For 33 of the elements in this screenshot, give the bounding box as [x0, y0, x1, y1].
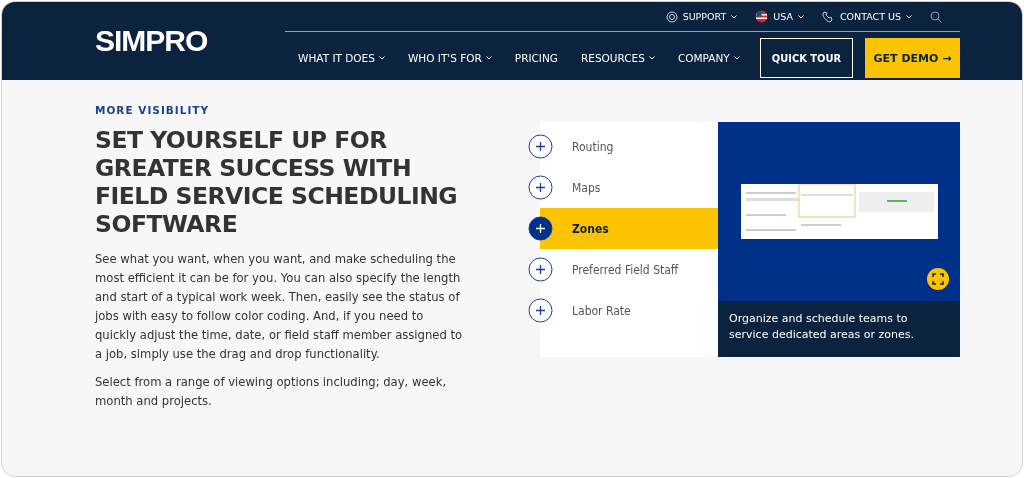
nav-link[interactable]: WHAT IT DOES: [298, 52, 385, 64]
feature-tab[interactable]: Zones: [528, 208, 718, 249]
caret-icon: [906, 14, 912, 19]
feature-tab[interactable]: Labor Rate: [528, 290, 718, 331]
flag-icon: [755, 10, 769, 23]
logo[interactable]: SIMPRO: [95, 24, 285, 80]
caret-icon: [485, 56, 492, 60]
utility-link[interactable]: SUPPORT: [665, 10, 738, 23]
nav-link[interactable]: COMPANY: [677, 52, 740, 64]
nav-link[interactable]: WHO IT'S FOR: [407, 52, 492, 64]
caret-icon: [648, 56, 655, 60]
caret-icon: [797, 14, 804, 19]
fullscreen-icon[interactable]: [927, 268, 949, 290]
nav-link[interactable]: RESOURCES: [580, 52, 655, 64]
caret-icon: [733, 56, 740, 60]
phone-icon: [821, 10, 835, 23]
feature-tab[interactable]: Preferred Field Staff: [528, 249, 718, 290]
feature-tab[interactable]: Routing: [528, 126, 718, 167]
caret-icon: [378, 56, 385, 60]
lifebuoy-icon: [665, 10, 678, 23]
get-demo-button[interactable]: GET DEMO →: [865, 38, 960, 78]
eyebrow: MORE VISIBILITY: [95, 104, 211, 116]
caret-icon: [731, 14, 738, 19]
paragraph: See what you want, when you want, and make scheduling the most efficient it can be for you. You can also specify the length and start of a typical work week. Then, easily see the status of jobs with easy to follow color coding. And, if you need to quickly adjust the time, date, or field staff member assigned to a job, simply use the drag and drop functionality.: [95, 251, 463, 363]
utility-link[interactable]: USA: [755, 10, 804, 23]
search-icon[interactable]: [930, 10, 942, 23]
quick-tour-button[interactable]: QUICK TOUR: [760, 38, 853, 78]
nav-link[interactable]: PRICING: [514, 52, 558, 64]
heading: SET YOURSELF UP FOR GREATER SUCCESS WITH FIELD SERVICE SCHEDULING SOFTWARE: [95, 126, 459, 238]
feature-tab[interactable]: Maps: [528, 167, 718, 208]
paragraph: Select from a range of viewing options including; day, week, month and projects.: [95, 374, 448, 410]
utility-link[interactable]: CONTACT US: [821, 10, 912, 23]
caption: Organize and schedule teams to service dedicated areas or zones.: [718, 301, 960, 357]
